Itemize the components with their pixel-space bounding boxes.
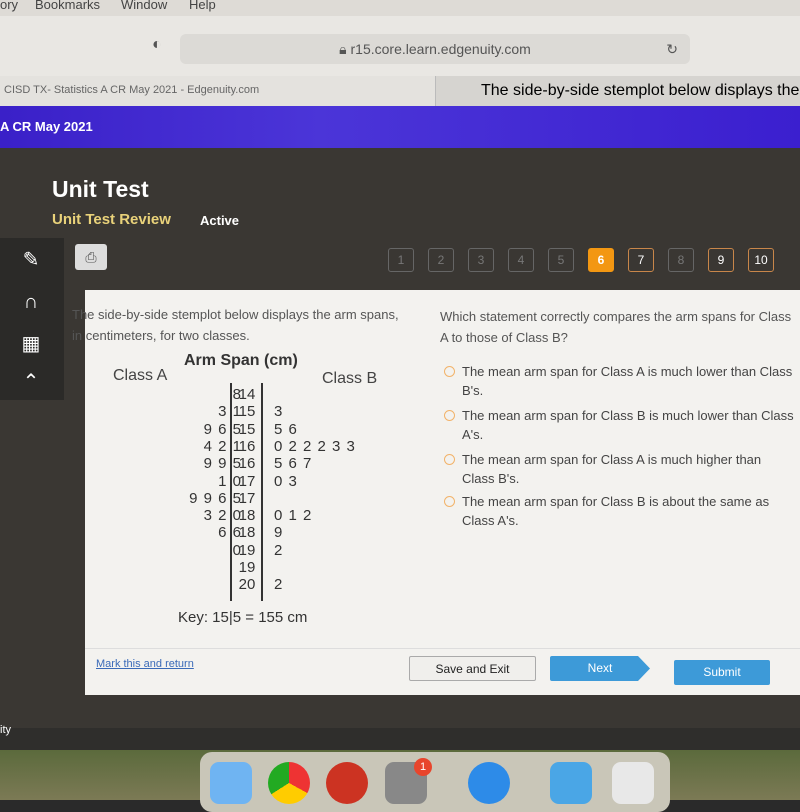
stemplot-row: 19 (100, 559, 400, 576)
option-text: The mean arm span for Class B is about t… (462, 494, 770, 528)
stemplot-row: 1 0 17 0 3 (100, 473, 400, 490)
class-b-leaves: 0 2 2 2 3 3 (274, 437, 356, 455)
save-and-exit-button[interactable]: Save and Exit (409, 656, 536, 681)
stemplot-row: 9 9 5 16 5 6 7 (100, 455, 400, 472)
stemplot-key: Key: 15|5 = 155 cm (178, 609, 308, 626)
print-icon[interactable]: ⎙ (75, 244, 107, 270)
stemplot-row: 9 6 5 15 5 6 (100, 421, 400, 438)
class-b-leaves: 3 (274, 403, 284, 421)
menu-help[interactable]: Help (189, 0, 216, 12)
question-7[interactable]: 7 (628, 248, 654, 272)
mark-and-return-link[interactable]: Mark this and return (96, 658, 194, 670)
radio-button[interactable] (444, 366, 455, 377)
calculator-icon[interactable]: ▦ (8, 327, 54, 361)
option-text: The mean arm span for Class B is much lo… (462, 408, 794, 442)
stemplot-row: 9 9 6 5 17 (100, 490, 400, 507)
chrome-icon[interactable] (268, 762, 310, 804)
pencil-icon[interactable]: ✎ (8, 243, 54, 277)
menu-bookmarks[interactable]: Bookmarks (35, 0, 100, 12)
stemplot-row: 0 19 2 (100, 542, 400, 559)
question-10[interactable]: 10 (748, 248, 774, 272)
class-b-leaves: 9 (274, 524, 284, 542)
answer-option-3[interactable]: The mean arm span for Class A is much hi… (440, 450, 795, 488)
status-label: Active (200, 213, 240, 228)
class-b-leaves: 5 6 (274, 420, 298, 438)
stem: 18 (238, 524, 256, 542)
stem: 19 (238, 541, 256, 559)
tab-question[interactable]: The side-by-side stemplot below displays… (435, 76, 800, 106)
question-4[interactable]: 4 (508, 248, 534, 272)
tool-sidebar: ✎ ∩ ▦ ⌃ (0, 238, 64, 400)
downloads-folder-icon[interactable] (550, 762, 592, 804)
url-text: r15.core.learn.edgenuity.com (350, 41, 531, 57)
school-logo-icon[interactable] (326, 762, 368, 804)
stem: 19 (238, 559, 256, 576)
stemplot-row: 8 14 (100, 386, 400, 403)
collapse-icon[interactable]: ⌃ (8, 365, 54, 399)
lock-icon: 🔒︎ (339, 41, 351, 57)
stemplot-row: 4 2 1 16 0 2 2 2 3 3 (100, 438, 400, 455)
stem: 17 (238, 489, 256, 507)
question-9[interactable]: 9 (708, 248, 734, 272)
menu-window[interactable]: Window (121, 0, 167, 12)
desktop-partial-label: ity (0, 724, 11, 736)
stemplot-row: 20 2 (100, 576, 400, 593)
safari-icon[interactable] (468, 762, 510, 804)
stemplot-row: 6 6 18 9 (100, 524, 400, 541)
radio-button[interactable] (444, 454, 455, 465)
stemplot-row: 3 2 0 18 0 1 2 (100, 507, 400, 524)
option-text: The mean arm span for Class A is much hi… (462, 452, 762, 486)
class-b-leaves: 2 (274, 541, 284, 559)
reload-icon[interactable]: ↻ (666, 34, 678, 64)
question-stem: Which statement correctly compares the a… (440, 309, 792, 345)
stem: 15 (238, 403, 256, 421)
stem: 20 (238, 576, 256, 594)
footer-divider (85, 648, 800, 649)
activity-subtitle: Unit Test Review (52, 211, 171, 228)
question-6[interactable]: 6 (588, 248, 614, 272)
answer-option-1[interactable]: The mean arm span for Class A is much lo… (440, 362, 795, 400)
option-text: The mean arm span for Class A is much lo… (462, 364, 793, 398)
class-a-label: Class A (113, 367, 168, 384)
class-b-leaves: 5 6 7 (274, 455, 313, 473)
radio-button[interactable] (444, 410, 455, 421)
stem: 18 (238, 507, 256, 525)
stem: 15 (238, 420, 256, 438)
next-button[interactable]: Next (550, 656, 650, 681)
question-2[interactable]: 2 (428, 248, 454, 272)
stem: 14 (238, 386, 256, 403)
stem: 17 (238, 472, 256, 490)
answer-option-4[interactable]: The mean arm span for Class B is about t… (440, 492, 795, 530)
headphones-icon[interactable]: ∩ (8, 285, 54, 319)
course-banner: A CR May 2021 (0, 106, 800, 148)
class-b-leaves: 2 (274, 576, 284, 594)
menu-bar: ory Bookmarks Window Help (0, 0, 800, 16)
class-b-leaves: 0 1 2 (274, 507, 313, 525)
question-3[interactable]: 3 (468, 248, 494, 272)
stemplot-title: Arm Span (cm) (184, 352, 298, 369)
tab-course[interactable]: CISD TX- Statistics A CR May 2021 - Edge… (4, 84, 259, 96)
finder-icon[interactable] (210, 762, 252, 804)
question-prompt: The side-by-side stemplot below displays… (72, 307, 399, 343)
notification-badge: 1 (414, 758, 432, 776)
stem: 16 (238, 455, 256, 473)
page-title: Unit Test (52, 176, 149, 202)
submit-button[interactable]: Submit (674, 660, 770, 685)
question-5[interactable]: 5 (548, 248, 574, 272)
stem: 16 (238, 437, 256, 455)
menu-history[interactable]: ory (0, 0, 18, 12)
answer-option-2[interactable]: The mean arm span for Class B is much lo… (440, 406, 795, 444)
shield-icon[interactable]: ◐ (152, 36, 162, 54)
trash-icon[interactable] (612, 762, 654, 804)
question-1[interactable]: 1 (388, 248, 414, 272)
question-8[interactable]: 8 (668, 248, 694, 272)
radio-button[interactable] (444, 496, 455, 507)
stemplot-row: 3 1 15 3 (100, 403, 400, 420)
address-bar[interactable]: 🔒︎ r15.core.learn.edgenuity.com ↻ (180, 34, 690, 64)
class-b-leaves: 0 3 (274, 472, 298, 490)
